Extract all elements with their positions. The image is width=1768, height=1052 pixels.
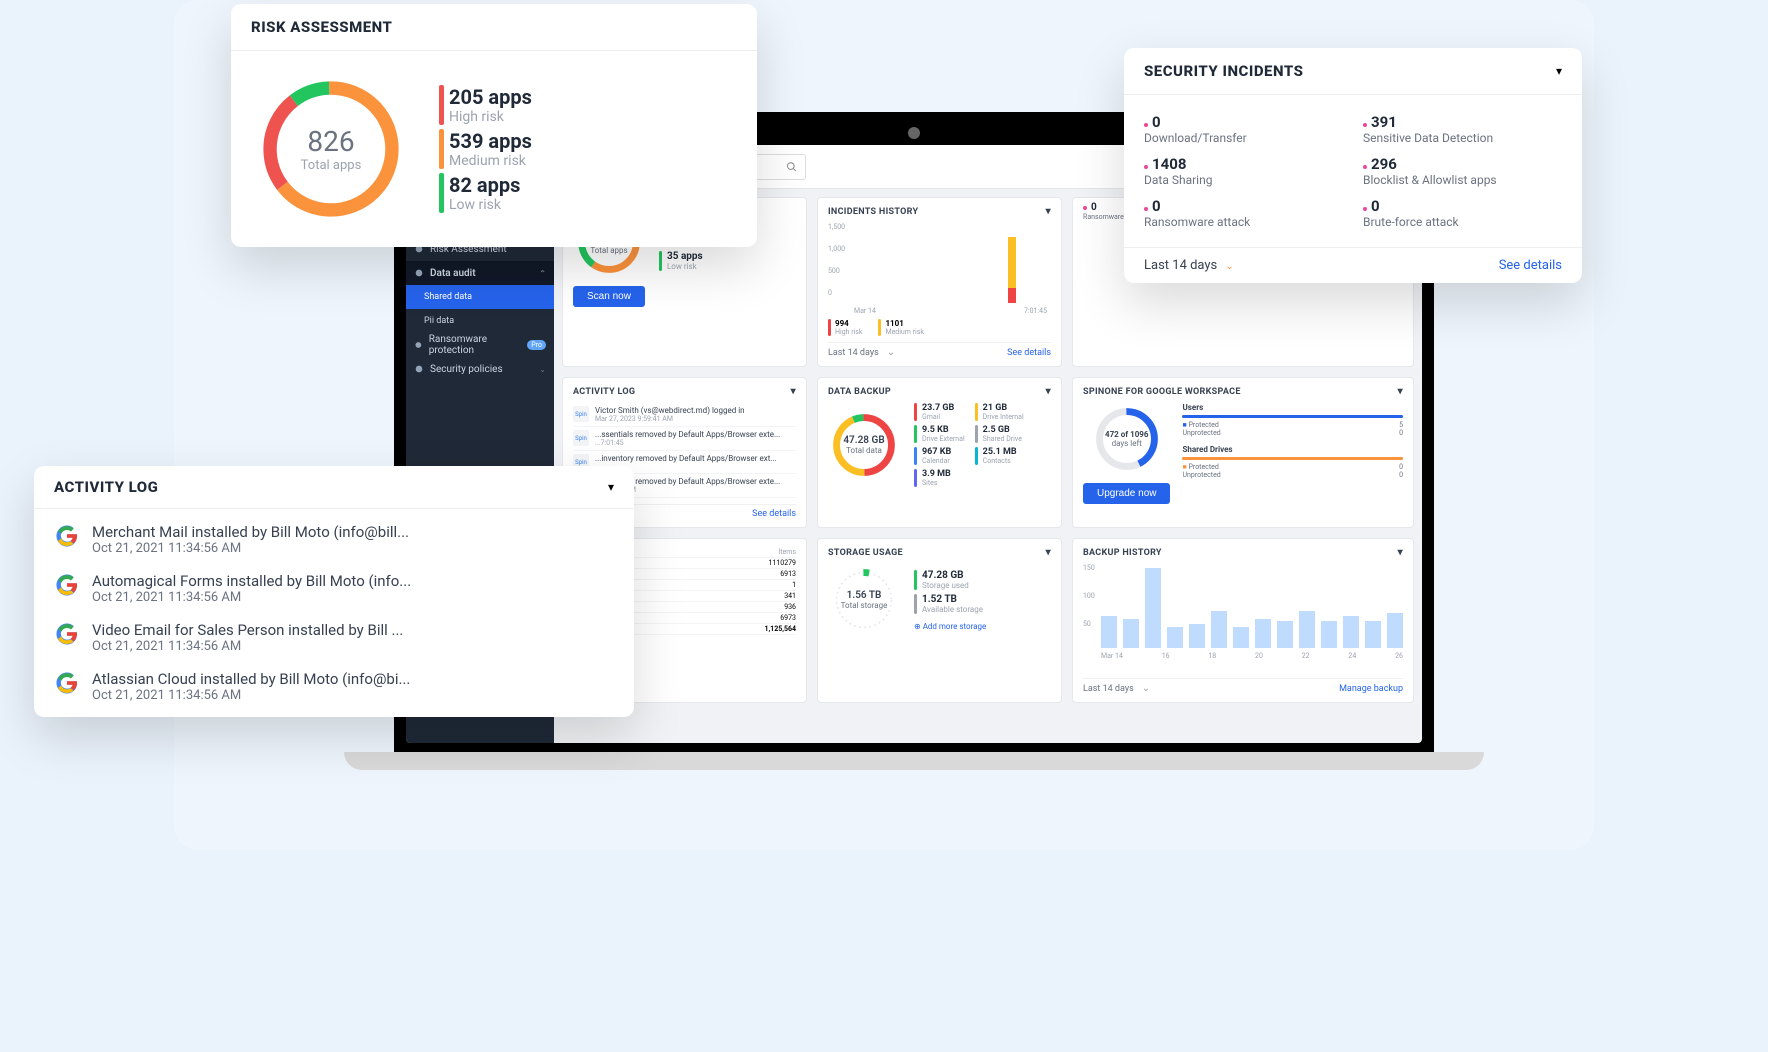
webcam-dot	[908, 127, 920, 139]
search-icon	[786, 161, 797, 173]
manage-backup-link[interactable]: Manage backup	[1339, 684, 1403, 694]
backup-stat: 21 GBDrive Internal	[975, 403, 1026, 421]
chart-bar	[1008, 237, 1016, 303]
backup-stat: 967 KBCalendar	[914, 447, 965, 465]
log-row[interactable]: Spin...ssentials removed by Default Apps…	[573, 427, 796, 451]
google-icon	[54, 670, 80, 696]
chart-bar	[1343, 616, 1359, 648]
chart-bar	[1233, 627, 1249, 648]
card-incidents-history: INCIDENTS HISTORY▾ 1,500 1,000 500 0 Mar…	[817, 197, 1062, 367]
popover-security-incidents: SECURITY INCIDENTS ▾ 0Download/Transfer 39…	[1124, 48, 1582, 283]
backup-stat: 9.5 KBDrive External	[914, 425, 965, 443]
activity-row[interactable]: Video Email for Sales Person installed b…	[34, 613, 634, 662]
incident-stat: 0Ransomware attack	[1144, 197, 1343, 229]
activity-row[interactable]: Atlassian Cloud installed by Bill Moto (…	[34, 662, 634, 711]
activity-row[interactable]: Automagical Forms installed by Bill Moto…	[34, 564, 634, 613]
chart-bar	[1167, 627, 1183, 648]
popover-risk-assessment: RISK ASSESSMENT 826Total apps 205 appsHi…	[231, 4, 757, 247]
chart-bar	[1145, 568, 1161, 648]
caret-down-icon[interactable]: ▾	[1556, 64, 1562, 78]
chart-bar	[1255, 619, 1271, 648]
chart-bar	[1101, 616, 1117, 648]
card-spinone: SPINONE FOR GOOGLE WORKSPACE▾ 472 of 109…	[1072, 377, 1414, 528]
sidebar-item-ransomware-protection[interactable]: Ransomware protectionPro	[406, 333, 554, 357]
backup-stat: 23.7 GBGmail	[914, 403, 965, 421]
google-icon	[54, 523, 80, 549]
risk-legend-item: 82 appsLow risk	[439, 173, 532, 213]
google-icon	[54, 572, 80, 598]
caret-down-icon[interactable]: ▾	[791, 386, 796, 397]
popover-title: SECURITY INCIDENTS	[1144, 62, 1303, 80]
incident-stat: 0Brute-force attack	[1363, 197, 1562, 229]
chart-bar	[1277, 621, 1293, 648]
caret-down-icon[interactable]: ▾	[1398, 386, 1403, 397]
caret-down-icon[interactable]: ▾	[1046, 206, 1051, 217]
log-row[interactable]: SpinVictor Smith (vs@webdirect.md) logge…	[573, 403, 796, 427]
chart-bar	[1123, 619, 1139, 648]
chart-bar	[1387, 613, 1403, 648]
risk-donut-large: 826Total apps	[251, 69, 411, 229]
popover-title: RISK ASSESSMENT	[251, 18, 392, 36]
see-details-link[interactable]: See details	[1007, 348, 1051, 358]
scan-now-button[interactable]: Scan now	[573, 286, 645, 307]
backup-stat: 3.9 MBSites	[914, 469, 965, 487]
backup-stat: 25.1 MBContacts	[975, 447, 1026, 465]
chart-bar	[1211, 611, 1227, 648]
sidebar-item-pii-data[interactable]: Pii data	[406, 309, 554, 333]
users-progress: Users ■ Protected5 Unprotected0	[1182, 403, 1403, 437]
caret-down-icon[interactable]: ▾	[1398, 547, 1403, 558]
see-details-link[interactable]: See details	[752, 509, 796, 519]
see-details-link[interactable]: See details	[1499, 258, 1562, 273]
popover-title: ACTIVITY LOG	[54, 478, 158, 496]
sidebar-item-security-policies[interactable]: Security policies⌄	[406, 357, 554, 381]
backup-donut: 47.28 GBTotal data	[828, 409, 900, 481]
activity-row[interactable]: Merchant Mail installed by Bill Moto (in…	[34, 515, 634, 564]
incident-stat: 391Sensitive Data Detection	[1363, 113, 1562, 145]
card-data-backup: DATA BACKUP▾ 47.28 GBTotal data 23.7 GBG…	[817, 377, 1062, 528]
card-backup-history: BACKUP HISTORY▾ 150 100 50 Mar 141618202…	[1072, 538, 1414, 703]
incident-stat: 296Blocklist & Allowlist apps	[1363, 155, 1562, 187]
days-donut: 472 of 1096days left	[1091, 403, 1163, 475]
chart-bar	[1299, 611, 1315, 648]
caret-down-icon[interactable]: ▾	[608, 480, 614, 494]
risk-legend-item: 205 appsHigh risk	[439, 85, 532, 125]
card-storage-usage: STORAGE USAGE▾ 1.56 TBTotal storage 47.2…	[817, 538, 1062, 703]
sidebar-item-data-audit[interactable]: Data audit⌃	[406, 261, 554, 285]
chart-bar	[1321, 621, 1337, 648]
incident-stat: 0Download/Transfer	[1144, 113, 1343, 145]
incident-stat: 1408Data Sharing	[1144, 155, 1343, 187]
upgrade-button[interactable]: Upgrade now	[1083, 483, 1170, 504]
backup-chart	[1101, 564, 1403, 652]
backup-stat: 2.5 GBShared Drive	[975, 425, 1026, 443]
storage-donut: 1.56 TBTotal storage	[828, 564, 900, 636]
incidents-chart: 1,500 1,000 500 0 Mar 147:01:45	[828, 223, 1051, 315]
google-icon	[54, 621, 80, 647]
caret-down-icon[interactable]: ▾	[1046, 386, 1051, 397]
caret-down-icon[interactable]: ▾	[1046, 547, 1051, 558]
risk-legend-item: 539 appsMedium risk	[439, 129, 532, 169]
popover-activity-log: ACTIVITY LOG ▾ Merchant Mail installed by…	[34, 466, 634, 717]
chart-bar	[1189, 624, 1205, 648]
chart-bar	[1365, 621, 1381, 648]
sidebar-item-shared-data[interactable]: Shared data	[406, 285, 554, 309]
drives-progress: Shared Drives ■ Protected0 Unprotected0	[1182, 445, 1403, 479]
add-storage-link[interactable]: ⊕ Add more storage	[914, 622, 986, 631]
